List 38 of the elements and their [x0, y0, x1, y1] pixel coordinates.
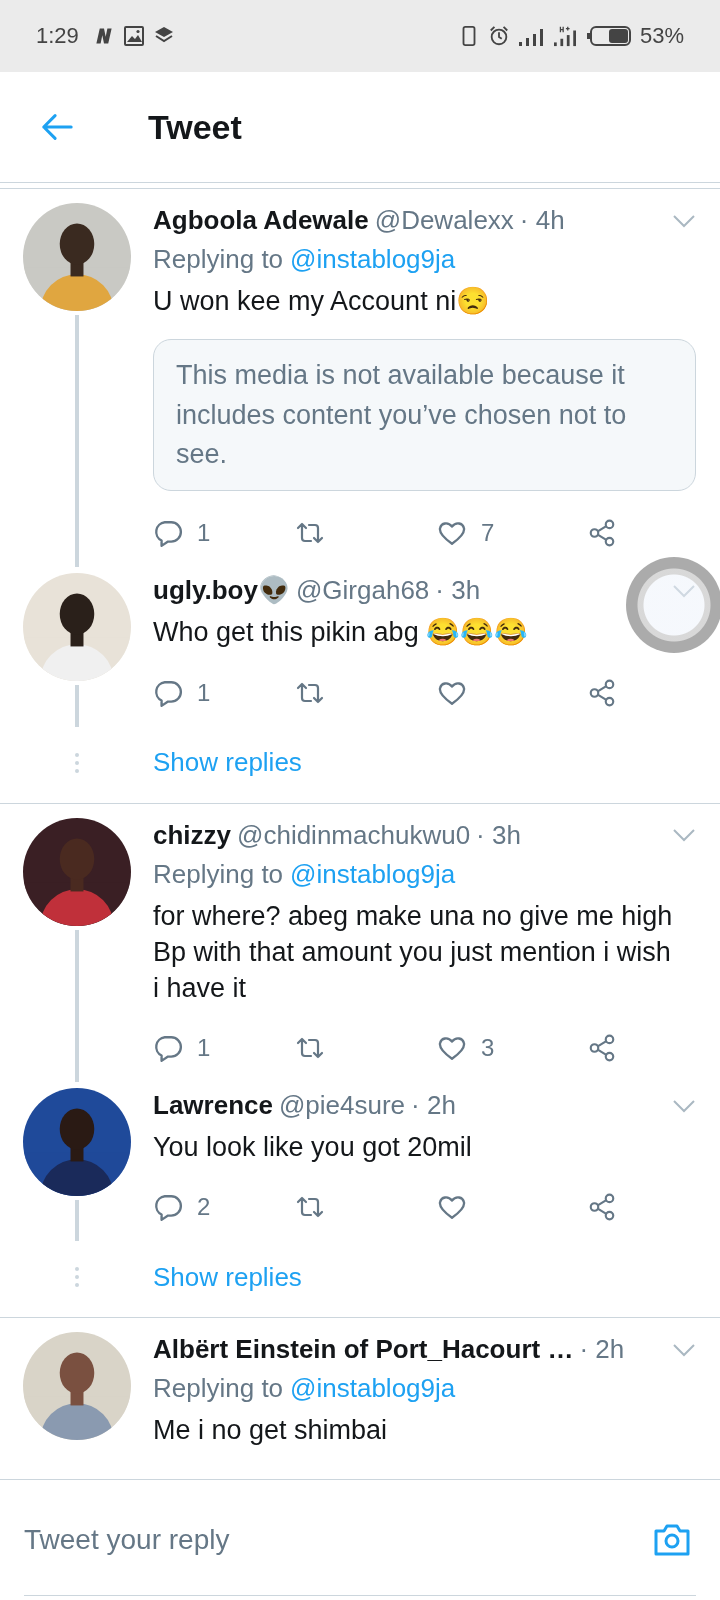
media-notice: This media is not available because it includes content you’ve chosen not to see. — [153, 339, 696, 492]
tweet-text: Me i no get shimbai — [153, 1414, 389, 1448]
battery-percent: 53% — [639, 23, 684, 49]
mention-link[interactable]: @instablog9ja — [290, 244, 456, 275]
author-name[interactable]: chizzy — [153, 819, 232, 851]
status-time: 1:29 — [36, 23, 79, 49]
mention-link[interactable]: @instablog9ja — [290, 858, 456, 890]
tweet-text: Who get this pikin abg 😂😂😂 — [153, 616, 530, 650]
author-handle[interactable]: @pie4sure — [278, 1090, 406, 1122]
replying-label: Replying to — [153, 244, 284, 275]
tweet-text: U won kee my Account ni😒 — [153, 285, 492, 318]
tweet-text: for where? abeg make una no give me high Bp with that amount you just mention i wish i have it — [153, 899, 674, 1005]
author-handle[interactable]: @chidinmachukwu0 — [237, 819, 471, 851]
mention-link[interactable]: @instablog9ja — [290, 1373, 456, 1405]
tweet-text: You look like you got 20mil — [153, 1131, 473, 1165]
reply-count: 1 — [197, 678, 211, 707]
reply-count: 1 — [197, 519, 211, 548]
show-replies-link[interactable]: Show replies — [153, 747, 302, 779]
reply-field[interactable]: Tweet your reply — [24, 1484, 696, 1596]
tweet-time: · 2h — [411, 1090, 456, 1122]
reply-count: 2 — [197, 1193, 211, 1222]
author-name[interactable]: ugly.boy👽 — [153, 575, 290, 607]
page-title: Tweet — [148, 107, 242, 147]
tweet-time: · 3h — [435, 575, 481, 607]
author-name[interactable]: Albërt Einstein of Port_Hacourt … — [153, 1334, 574, 1366]
tweet-time: · 4h — [519, 205, 565, 236]
tweet-time: · 2h — [579, 1334, 625, 1366]
replying-label: Replying to — [153, 1373, 284, 1405]
reply-count: 1 — [197, 1034, 211, 1063]
author-handle[interactable]: @Girgah68 — [295, 575, 430, 607]
author-name[interactable]: Lawrence — [153, 1090, 273, 1122]
author-handle[interactable]: @Dewalexx — [374, 205, 514, 236]
show-replies-link[interactable]: Show replies — [153, 1261, 302, 1293]
like-count: 7 — [481, 519, 495, 548]
replying-label: Replying to — [153, 858, 284, 890]
tweet-time: · 3h — [476, 819, 521, 851]
like-count: 3 — [481, 1034, 495, 1063]
author-name[interactable]: Agboola Adewale — [153, 205, 369, 236]
